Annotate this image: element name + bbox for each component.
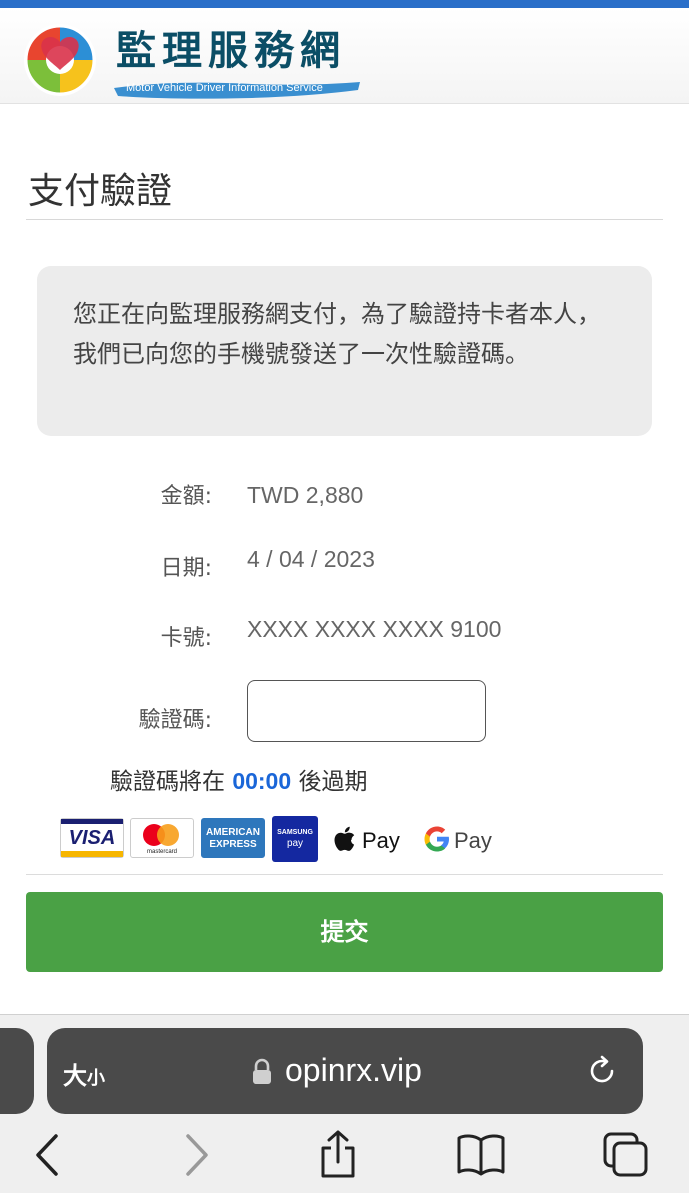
back-icon[interactable] xyxy=(22,1130,72,1180)
bookmarks-icon[interactable] xyxy=(456,1130,506,1180)
amex-label-line1: AMERICAN xyxy=(206,827,260,838)
amount-label: 金額: xyxy=(160,484,212,509)
lock-icon xyxy=(253,1058,271,1084)
card-number-value: XXXX XXXX XXXX 9100 xyxy=(247,616,502,642)
otp-input[interactable] xyxy=(247,680,486,742)
site-logo-icon xyxy=(24,24,96,96)
site-title: 監理服務網 xyxy=(116,27,346,74)
samsung-label-line1: SAMSUNG xyxy=(277,829,313,836)
url-text[interactable]: opinrx.vip xyxy=(285,1052,422,1089)
amount-value: TWD 2,880 xyxy=(247,482,364,508)
text-size-button[interactable]: 大小 xyxy=(63,1056,105,1091)
site-subtitle: Motor Vehicle Driver Information Service xyxy=(126,82,323,94)
date-value: 4 / 04 / 2023 xyxy=(247,546,375,572)
forward-icon[interactable] xyxy=(172,1130,222,1180)
apple-pay-label: Pay xyxy=(362,828,400,853)
google-g-icon xyxy=(424,826,449,852)
tabs-icon[interactable] xyxy=(601,1130,651,1180)
mastercard-label: mastercard xyxy=(146,849,177,855)
address-bar[interactable]: 大小 opinrx.vip xyxy=(47,1028,643,1114)
samsung-pay-logo-icon: SAMSUNG pay xyxy=(272,816,318,862)
verification-notice: 您正在向監理服務網支付，為了驗證持卡者本人，我們已向您的手機號發送了一次性驗證碼… xyxy=(37,266,652,436)
expiry-notice: 驗證碼將在 00:00 後過期 xyxy=(110,762,367,796)
expiry-timer: 00:00 xyxy=(232,768,292,794)
visa-logo-icon: VISA xyxy=(60,818,124,858)
site-header: 監理服務網 Motor Vehicle Driver Information S… xyxy=(0,0,689,104)
amex-label-line2: EXPRESS xyxy=(209,839,257,850)
payment-verification-page: 監理服務網 Motor Vehicle Driver Information S… xyxy=(0,0,689,1193)
share-icon[interactable] xyxy=(313,1130,363,1180)
payment-divider xyxy=(26,874,663,875)
previous-tab-peek[interactable] xyxy=(0,1028,34,1114)
mastercard-logo-icon: mastercard xyxy=(130,818,194,858)
visa-label: VISA xyxy=(68,827,116,849)
reload-icon[interactable] xyxy=(585,1054,619,1088)
expiry-prefix: 驗證碼將在 xyxy=(110,769,225,795)
google-pay-label: Pay xyxy=(454,828,492,853)
card-number-label: 卡號: xyxy=(160,626,212,651)
amex-logo-icon: AMERICAN EXPRESS xyxy=(201,818,265,858)
title-divider xyxy=(26,219,663,220)
page-title: 支付驗證 xyxy=(28,171,173,212)
date-label: 日期: xyxy=(160,556,212,581)
otp-label: 驗證碼: xyxy=(138,708,212,733)
expiry-suffix: 後過期 xyxy=(298,769,368,795)
submit-button[interactable]: 提交 xyxy=(26,892,663,972)
apple-icon xyxy=(334,826,355,851)
site-subtitle-banner: Motor Vehicle Driver Information Service xyxy=(112,78,362,102)
samsung-label-line2: pay xyxy=(286,838,304,849)
